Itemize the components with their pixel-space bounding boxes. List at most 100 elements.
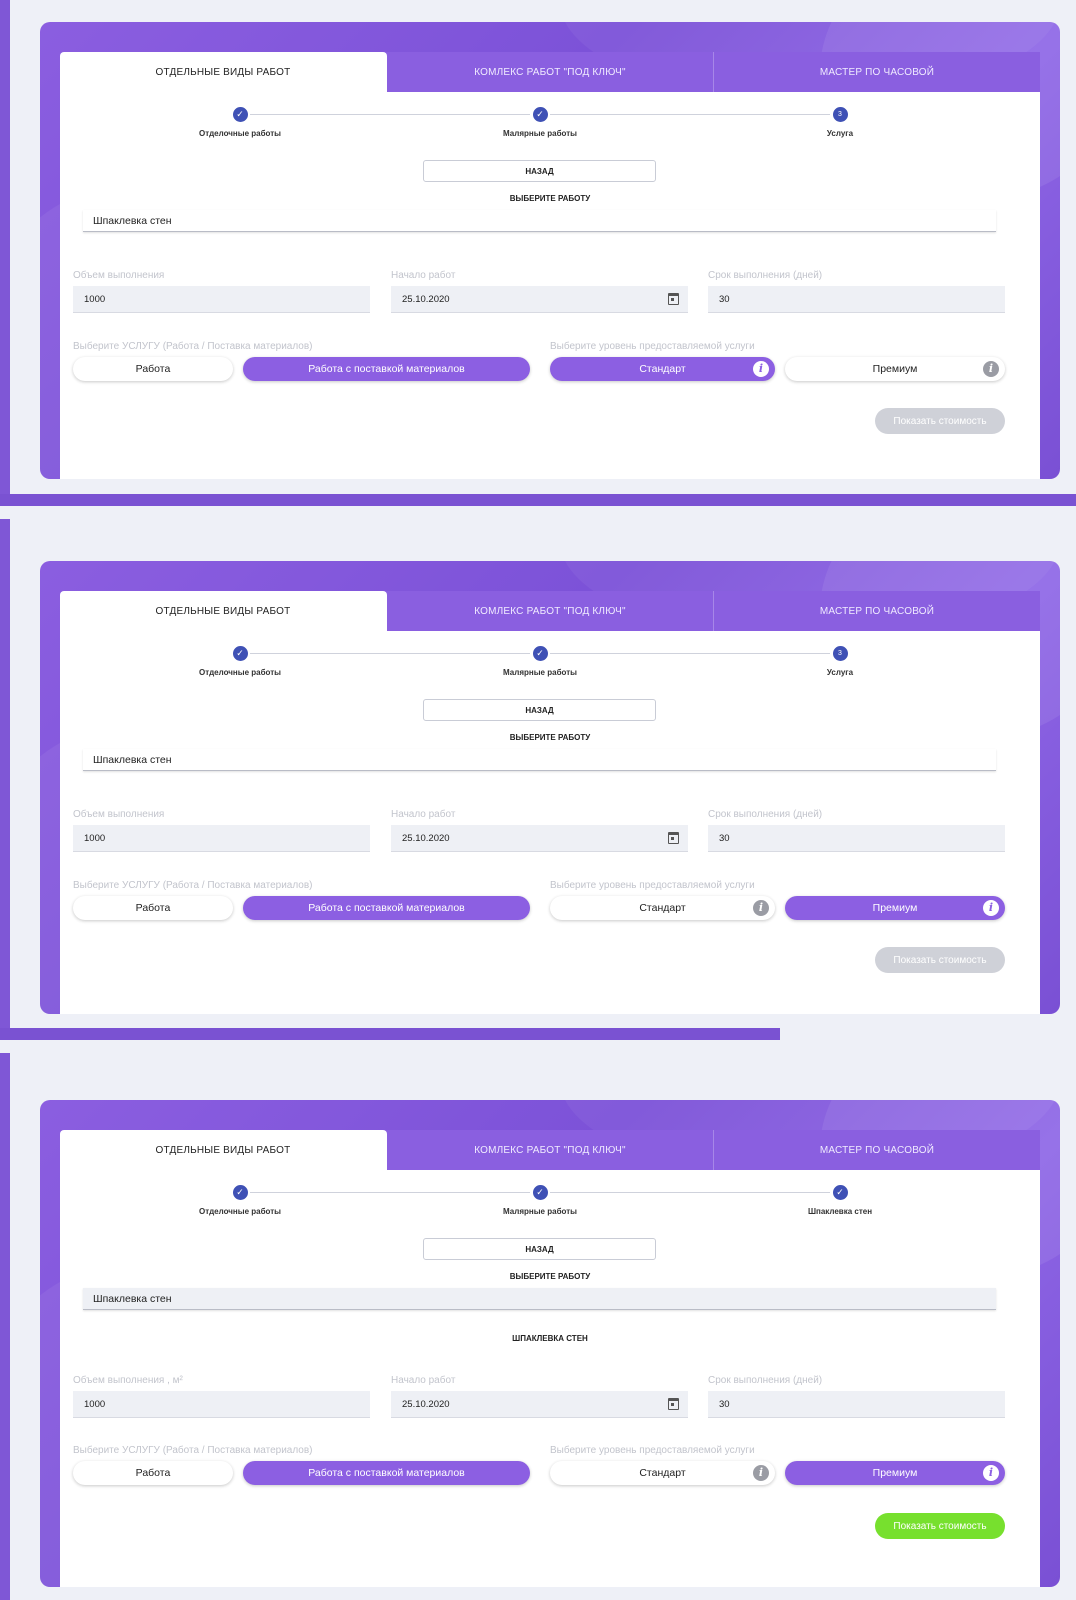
work-select[interactable]: Шпаклевка стен [83, 210, 996, 232]
start-date-input[interactable]: 25.10.2020 [391, 1391, 688, 1418]
step-label: Малярные работы [503, 668, 577, 677]
info-icon[interactable]: i [753, 1465, 769, 1481]
start-date-input[interactable]: 25.10.2020 [391, 286, 688, 313]
calculator-frame: ОТДЕЛЬНЫЕ ВИДЫ РАБОТ КОМЛЕКС РАБОТ "ПОД … [40, 22, 1060, 479]
back-button[interactable]: НАЗАД [423, 699, 656, 721]
tab-separate-works[interactable]: ОТДЕЛЬНЫЕ ВИДЫ РАБОТ [60, 1130, 387, 1170]
start-date-label: Начало работ [391, 809, 456, 820]
service-label: Выберите УСЛУГУ (Работа / Поставка матер… [73, 341, 313, 352]
tab-separate-works[interactable]: ОТДЕЛЬНЫЕ ВИДЫ РАБОТ [60, 52, 387, 92]
service-work-option[interactable]: Работа [73, 896, 233, 920]
step-label: Услуга [826, 668, 854, 677]
service-work-option[interactable]: Работа [73, 357, 233, 381]
term-input[interactable]: 30 [708, 1391, 1005, 1418]
step-number: 3 [832, 107, 848, 122]
step-3[interactable]: 3 Услуга [760, 107, 920, 138]
step-1[interactable]: ✓ Отделочные работы [160, 107, 320, 138]
left-accent-bar [0, 519, 10, 1040]
info-icon[interactable]: i [983, 900, 999, 916]
tab-turnkey[interactable]: КОМЛЕКС РАБОТ "ПОД КЛЮЧ" [387, 52, 714, 92]
term-label: Срок выполнения (дней) [708, 270, 823, 281]
step-number: 3 [832, 646, 848, 661]
service-label: Выберите УСЛУГУ (Работа / Поставка матер… [73, 880, 313, 891]
volume-label: Объем выполнения [73, 270, 165, 281]
tab-turnkey[interactable]: КОМЛЕКС РАБОТ "ПОД КЛЮЧ" [387, 1130, 714, 1170]
level-premium-option[interactable]: Премиум i [785, 1461, 1005, 1485]
level-label: Выберите уровень предоставляемой услуги [550, 341, 755, 352]
check-icon: ✓ [232, 107, 248, 122]
info-icon[interactable]: i [983, 361, 999, 377]
selected-work-title: ШПАКЛЕВКА СТЕН [512, 1334, 588, 1343]
service-with-materials-option[interactable]: Работа с поставкой материалов [243, 896, 530, 920]
level-label: Выберите уровень предоставляемой услуги [550, 880, 755, 891]
level-standard-label: Стандарт [639, 1467, 686, 1479]
info-icon[interactable]: i [753, 361, 769, 377]
calendar-icon[interactable] [668, 293, 679, 305]
term-input[interactable]: 30 [708, 825, 1005, 852]
work-select[interactable]: Шпаклевка стен [83, 1288, 996, 1310]
level-premium-label: Премиум [872, 1467, 918, 1479]
service-with-materials-option[interactable]: Работа с поставкой материалов [243, 1461, 530, 1485]
tab-hourly-master[interactable]: МАСТЕР ПО ЧАСОВОЙ [714, 1130, 1040, 1170]
step-1[interactable]: ✓ Отделочные работы [160, 1185, 320, 1216]
level-standard-label: Стандарт [639, 902, 686, 914]
level-standard-label: Стандарт [639, 363, 686, 375]
check-icon: ✓ [532, 1185, 548, 1200]
step-2[interactable]: ✓ Малярные работы [460, 1185, 620, 1216]
calendar-icon[interactable] [668, 1398, 679, 1410]
bottom-accent-bar [0, 494, 1076, 506]
tab-turnkey[interactable]: КОМЛЕКС РАБОТ "ПОД КЛЮЧ" [387, 591, 714, 631]
step-3[interactable]: ✓ Шпаклевка стен [760, 1185, 920, 1216]
volume-input[interactable]: 1000 [73, 1391, 370, 1418]
calendar-icon[interactable] [668, 832, 679, 844]
level-standard-option[interactable]: Стандарт i [550, 896, 775, 920]
service-with-materials-option[interactable]: Работа с поставкой материалов [243, 357, 530, 381]
info-icon[interactable]: i [983, 1465, 999, 1481]
level-label: Выберите уровень предоставляемой услуги [550, 1445, 755, 1456]
tab-separate-works[interactable]: ОТДЕЛЬНЫЕ ВИДЫ РАБОТ [60, 591, 387, 631]
bottom-accent-bar [0, 1028, 780, 1040]
start-date-input[interactable]: 25.10.2020 [391, 825, 688, 852]
level-standard-option[interactable]: Стандарт i [550, 357, 775, 381]
stepper: ✓ Отделочные работы ✓ Малярные работы ✓ … [60, 1185, 1040, 1225]
calculator-card: ОТДЕЛЬНЫЕ ВИДЫ РАБОТ КОМЛЕКС РАБОТ "ПОД … [60, 52, 1040, 479]
info-icon[interactable]: i [753, 900, 769, 916]
work-select[interactable]: Шпаклевка стен [83, 749, 996, 771]
term-label: Срок выполнения (дней) [708, 809, 823, 820]
tab-bar: ОТДЕЛЬНЫЕ ВИДЫ РАБОТ КОМЛЕКС РАБОТ "ПОД … [60, 591, 1040, 631]
stepper: ✓ Отделочные работы ✓ Малярные работы 3 … [60, 107, 1040, 147]
check-icon: ✓ [532, 646, 548, 661]
start-date-label: Начало работ [391, 1375, 456, 1386]
term-input[interactable]: 30 [708, 286, 1005, 313]
term-label: Срок выполнения (дней) [708, 1375, 823, 1386]
step-1[interactable]: ✓ Отделочные работы [160, 646, 320, 677]
volume-label: Объем выполнения [73, 809, 165, 820]
level-premium-label: Премиум [872, 902, 918, 914]
calculator-card: ОТДЕЛЬНЫЕ ВИДЫ РАБОТ КОМЛЕКС РАБОТ "ПОД … [60, 591, 1040, 1014]
step-label: Отделочные работы [199, 668, 281, 677]
check-icon: ✓ [832, 1185, 848, 1200]
tab-hourly-master[interactable]: МАСТЕР ПО ЧАСОВОЙ [714, 52, 1040, 92]
show-cost-button[interactable]: Показать стоимость [875, 408, 1005, 434]
back-button[interactable]: НАЗАД [423, 1238, 656, 1260]
back-button[interactable]: НАЗАД [423, 160, 656, 182]
tab-hourly-master[interactable]: МАСТЕР ПО ЧАСОВОЙ [714, 591, 1040, 631]
volume-input[interactable]: 1000 [73, 286, 370, 313]
step-label: Отделочные работы [199, 129, 281, 138]
start-date-value: 25.10.2020 [402, 293, 450, 305]
level-premium-option[interactable]: Премиум i [785, 896, 1005, 920]
step-label: Малярные работы [503, 129, 577, 138]
show-cost-button[interactable]: Показать стоимость [875, 947, 1005, 973]
step-2[interactable]: ✓ Малярные работы [460, 107, 620, 138]
volume-label: Объем выполнения , м² [73, 1375, 183, 1386]
level-standard-option[interactable]: Стандарт i [550, 1461, 775, 1485]
level-premium-option[interactable]: Премиум i [785, 357, 1005, 381]
step-3[interactable]: 3 Услуга [760, 646, 920, 677]
choose-work-label: ВЫБЕРИТЕ РАБОТУ [509, 733, 591, 742]
show-cost-button[interactable]: Показать стоимость [875, 1513, 1005, 1539]
step-2[interactable]: ✓ Малярные работы [460, 646, 620, 677]
calculator-frame: ОТДЕЛЬНЫЕ ВИДЫ РАБОТ КОМЛЕКС РАБОТ "ПОД … [40, 1100, 1060, 1587]
service-work-option[interactable]: Работа [73, 1461, 233, 1485]
volume-input[interactable]: 1000 [73, 825, 370, 852]
tab-bar: ОТДЕЛЬНЫЕ ВИДЫ РАБОТ КОМЛЕКС РАБОТ "ПОД … [60, 1130, 1040, 1170]
